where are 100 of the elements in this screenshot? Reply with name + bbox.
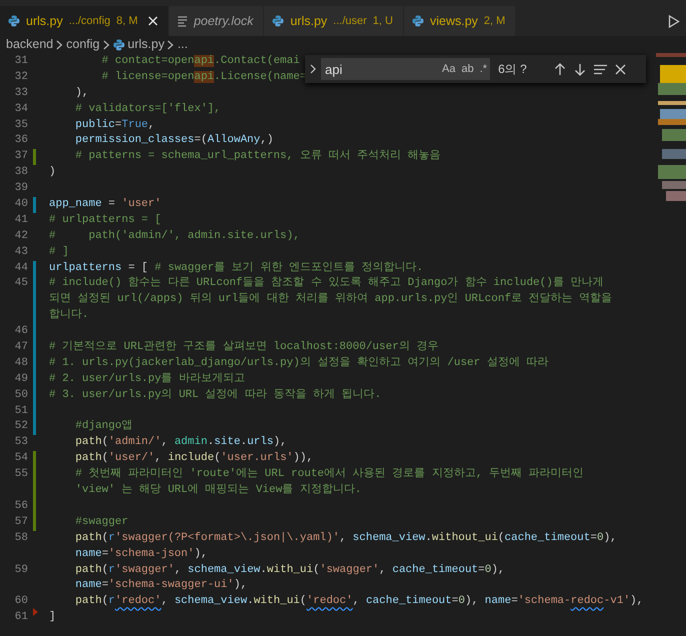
deleted-lines-marker[interactable] xyxy=(33,608,38,616)
chevron-icon xyxy=(102,40,110,50)
line-number: 36 xyxy=(14,133,28,148)
line-number: 41 xyxy=(14,212,28,228)
line-number: 32 xyxy=(14,70,28,85)
line-number: 50 xyxy=(14,388,28,403)
code-line: path('admin/', admin.site.urls), xyxy=(74,435,287,450)
line-number: 47 xyxy=(14,340,28,356)
tab-path: .../user xyxy=(333,14,367,29)
code-line: # path('admin/', admin.site.urls), xyxy=(49,228,300,244)
line-number: 54 xyxy=(14,451,28,466)
change-marker[interactable] xyxy=(33,498,36,515)
code-line: # 2. user/urls.py를 바라보게되고 xyxy=(49,372,245,387)
code-line: name='schema-json'), xyxy=(74,546,208,562)
line-number: 44 xyxy=(14,260,28,276)
line-number: 61 xyxy=(14,610,28,626)
search-option-toggle[interactable]: .* xyxy=(476,58,490,80)
line-number: 48 xyxy=(14,356,28,371)
code-line: # urlpatterns = [ xyxy=(49,212,162,228)
change-marker[interactable] xyxy=(33,149,36,166)
close-button[interactable] xyxy=(613,64,628,74)
code-line: # contact=openapi.Contact(emai xyxy=(100,54,300,69)
search-option-toggle[interactable]: Aa xyxy=(439,58,458,80)
line-number: 38 xyxy=(14,165,28,180)
code-line: # 3. user/urls.py의 URL 설정에 따라 동작을 하게 됩니다. xyxy=(49,388,382,403)
tab-label: poetry.lock xyxy=(194,12,254,30)
code-line: ) xyxy=(49,165,56,180)
line-number: 31 xyxy=(14,54,28,69)
editor-tab[interactable]: poetry.lock xyxy=(168,6,264,36)
file-type-icon xyxy=(112,38,125,50)
code-line: # 첫번째 파라미터인 'route'에는 URL route에서 사용된 경로를 지정하고, 두번째 파라미터인 xyxy=(74,467,584,482)
change-marker[interactable] xyxy=(33,388,36,404)
file-type-icon xyxy=(8,15,20,27)
line-number: 53 xyxy=(14,435,28,450)
tab-status: 8, M xyxy=(116,14,138,29)
change-marker[interactable] xyxy=(33,276,36,292)
code-line: path('user/', include('user.urls')), xyxy=(74,451,314,466)
code-line: ] xyxy=(49,610,56,626)
line-number: 55 xyxy=(14,467,28,482)
change-marker[interactable] xyxy=(33,356,36,372)
change-marker[interactable] xyxy=(33,467,36,484)
play-icon[interactable] xyxy=(668,14,680,28)
line-number: 57 xyxy=(14,514,28,530)
change-marker[interactable] xyxy=(33,404,36,420)
line-number: 43 xyxy=(14,244,28,260)
change-marker[interactable] xyxy=(33,419,36,436)
code-line: name='schema-swagger-ui'), xyxy=(74,578,248,594)
match-count: 6의 ? xyxy=(498,61,528,78)
code-line: app_name = 'user' xyxy=(49,197,162,212)
change-marker[interactable] xyxy=(33,260,36,276)
line-number: 52 xyxy=(14,419,28,434)
line-number: 37 xyxy=(14,149,28,164)
tab-path: .../config xyxy=(68,14,110,29)
change-marker[interactable] xyxy=(33,372,36,388)
change-marker[interactable] xyxy=(33,451,36,468)
search-option-toggle[interactable]: ab xyxy=(458,58,477,80)
document-icon xyxy=(176,15,188,27)
code-line: public=True, xyxy=(74,118,155,133)
code-line: # include() 함수는 다른 URLconf들을 참조할 수 있도록 해주고 Django가 함수 include()를 만나게 xyxy=(49,276,604,292)
line-number: 49 xyxy=(14,372,28,387)
code-line: # validators=['flex'], xyxy=(74,102,221,117)
tab-label: urls.py xyxy=(26,12,63,30)
search-field[interactable]: api xyxy=(321,58,439,80)
tab-label: views.py xyxy=(430,12,478,30)
line-number: 40 xyxy=(14,197,28,212)
breadcrumb-item[interactable]: config xyxy=(66,35,100,54)
line-number: 42 xyxy=(14,228,28,244)
line-number: 39 xyxy=(14,181,28,196)
code-line: # ] xyxy=(49,244,69,260)
code-line: urlpatterns = [ # swagger를 보기 위한 엔드포인트를 정의합니다. xyxy=(49,260,424,276)
line-number: 45 xyxy=(14,276,28,292)
code-line: 되면 설정된 url(/apps) 뒤의 url들에 대한 처리를 위하여 app.urls.py인 URLconf로 전달하는 역할을 xyxy=(49,292,612,308)
change-marker[interactable] xyxy=(33,340,36,356)
editor-tab[interactable]: views.py 2, M xyxy=(404,6,516,36)
editor-tab[interactable]: urls.py .../config 8, M xyxy=(0,6,169,36)
find-in-selection-button[interactable] xyxy=(592,64,610,74)
line-number: 35 xyxy=(14,118,28,133)
change-marker[interactable] xyxy=(33,324,36,340)
file-type-icon xyxy=(412,15,424,27)
code-line: # license=openapi.License(name= xyxy=(100,70,306,85)
file-type-icon xyxy=(272,15,284,27)
tab-label: urls.py xyxy=(290,12,328,30)
close-icon[interactable] xyxy=(148,16,158,26)
editor-tab[interactable]: urls.py .../user 1, U xyxy=(264,6,404,36)
change-marker[interactable] xyxy=(33,514,36,531)
line-number: 46 xyxy=(14,324,28,340)
line-number: 56 xyxy=(14,498,28,514)
code-line: # 기본적으로 URL관련한 구조를 살펴보면 localhost:8000/user의 경우 xyxy=(49,340,438,356)
chevron-icon xyxy=(167,40,174,50)
breadcrumb-item[interactable]: backend xyxy=(6,35,54,54)
tab-status: 1, U xyxy=(372,14,393,29)
line-number: 34 xyxy=(14,102,28,117)
change-marker[interactable] xyxy=(33,197,36,213)
breadcrumb-item[interactable]: urls.py xyxy=(128,35,164,54)
tab-status: 2, M xyxy=(484,14,506,29)
code-line: # patterns = schema_url_patterns, 오류 떠서 주석처리 해놓음 xyxy=(74,149,441,164)
code-line: path(r'swagger', schema_view.with_ui('swagger', cache_timeout=0), xyxy=(74,562,505,578)
line-number: 33 xyxy=(14,86,28,101)
breadcrumb-item[interactable]: ... xyxy=(177,35,188,54)
expand-icon[interactable] xyxy=(309,63,317,75)
